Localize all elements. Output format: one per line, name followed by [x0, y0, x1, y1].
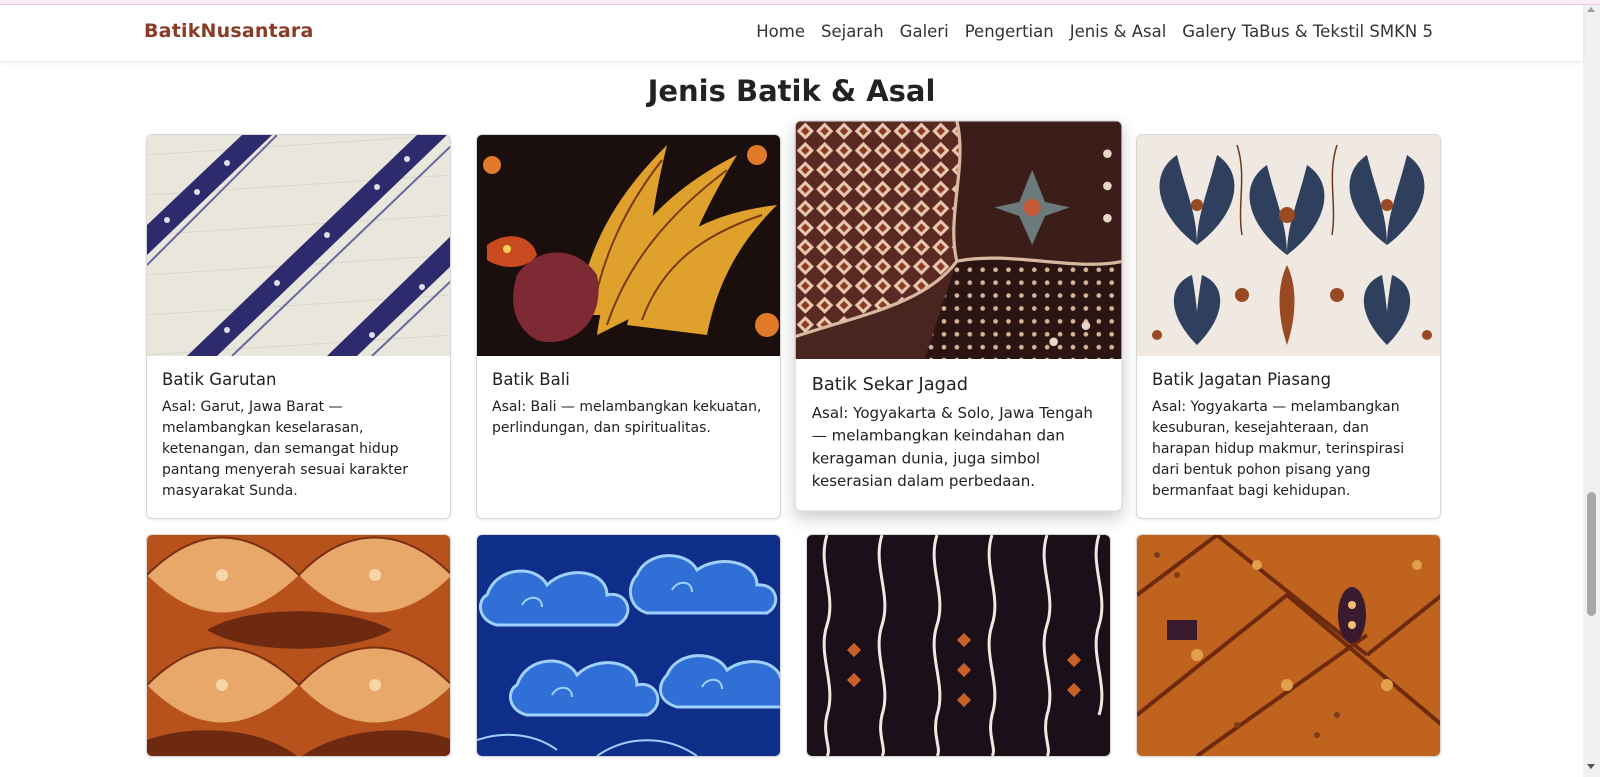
card-text: Asal: Garut, Jawa Barat — melambangkan k…: [162, 399, 409, 499]
batik-image-kawung: [1137, 535, 1440, 756]
batik-card[interactable]: [1136, 534, 1441, 757]
brand-logo[interactable]: BatikNusantara: [144, 20, 314, 42]
card-title: Batik Jagatan Piasang: [1152, 370, 1332, 389]
scrollbar-thumb[interactable]: [1587, 492, 1596, 616]
batik-card[interactable]: Batik Sekar Jagad Asal: Yogyakarta & Sol…: [794, 120, 1123, 512]
batik-image-garutan: [147, 135, 450, 356]
batik-card[interactable]: [146, 534, 451, 757]
batik-card[interactable]: [806, 534, 1111, 757]
section-title: Jenis Batik & Asal: [647, 74, 936, 108]
nav-jenis-asal[interactable]: Jenis & Asal: [1070, 22, 1167, 41]
batik-card[interactable]: [476, 534, 781, 757]
nav-sejarah[interactable]: Sejarah: [821, 22, 884, 41]
batik-card[interactable]: Batik Garutan Asal: Garut, Jawa Barat — …: [146, 134, 451, 519]
batik-image-orange-wave: [147, 535, 450, 756]
batik-image-lereng: [807, 535, 1110, 756]
card-title: Batik Bali: [492, 370, 570, 389]
nav-links: Home Sejarah Galeri Pengertian Jenis & A…: [756, 22, 1433, 41]
nav-galeri[interactable]: Galeri: [900, 22, 949, 41]
card-text: Asal: Yogyakarta & Solo, Jawa Tengah — m…: [811, 405, 1093, 491]
card-text: Asal: Bali — melambangkan kekuatan, perl…: [492, 399, 762, 436]
card-title: Batik Garutan: [162, 370, 277, 389]
scroll-down-icon[interactable]: [1587, 764, 1595, 769]
nav-pengertian[interactable]: Pengertian: [965, 22, 1054, 41]
batik-card[interactable]: Batik Bali Asal: Bali — melambangkan kek…: [476, 134, 781, 519]
batik-card[interactable]: Batik Jagatan Piasang Asal: Yogyakarta —…: [1136, 134, 1441, 519]
batik-image-mega-mendung: [477, 535, 780, 756]
card-title: Batik Sekar Jagad: [811, 374, 969, 395]
batik-image-jagatan-piasang: [1137, 135, 1440, 356]
nav-home[interactable]: Home: [756, 22, 805, 41]
batik-image-bali: [477, 135, 780, 356]
scroll-up-icon[interactable]: [1587, 7, 1595, 12]
card-text: Asal: Yogyakarta — melambangkan kesubura…: [1152, 399, 1405, 499]
nav-galery-tabus[interactable]: Galery TaBus & Tekstil SMKN 5: [1182, 22, 1433, 41]
navbar: BatikNusantara Home Sejarah Galeri Penge…: [0, 5, 1583, 61]
page-scrollbar[interactable]: [1583, 5, 1600, 777]
batik-image-sekar-jagad: [795, 121, 1122, 359]
